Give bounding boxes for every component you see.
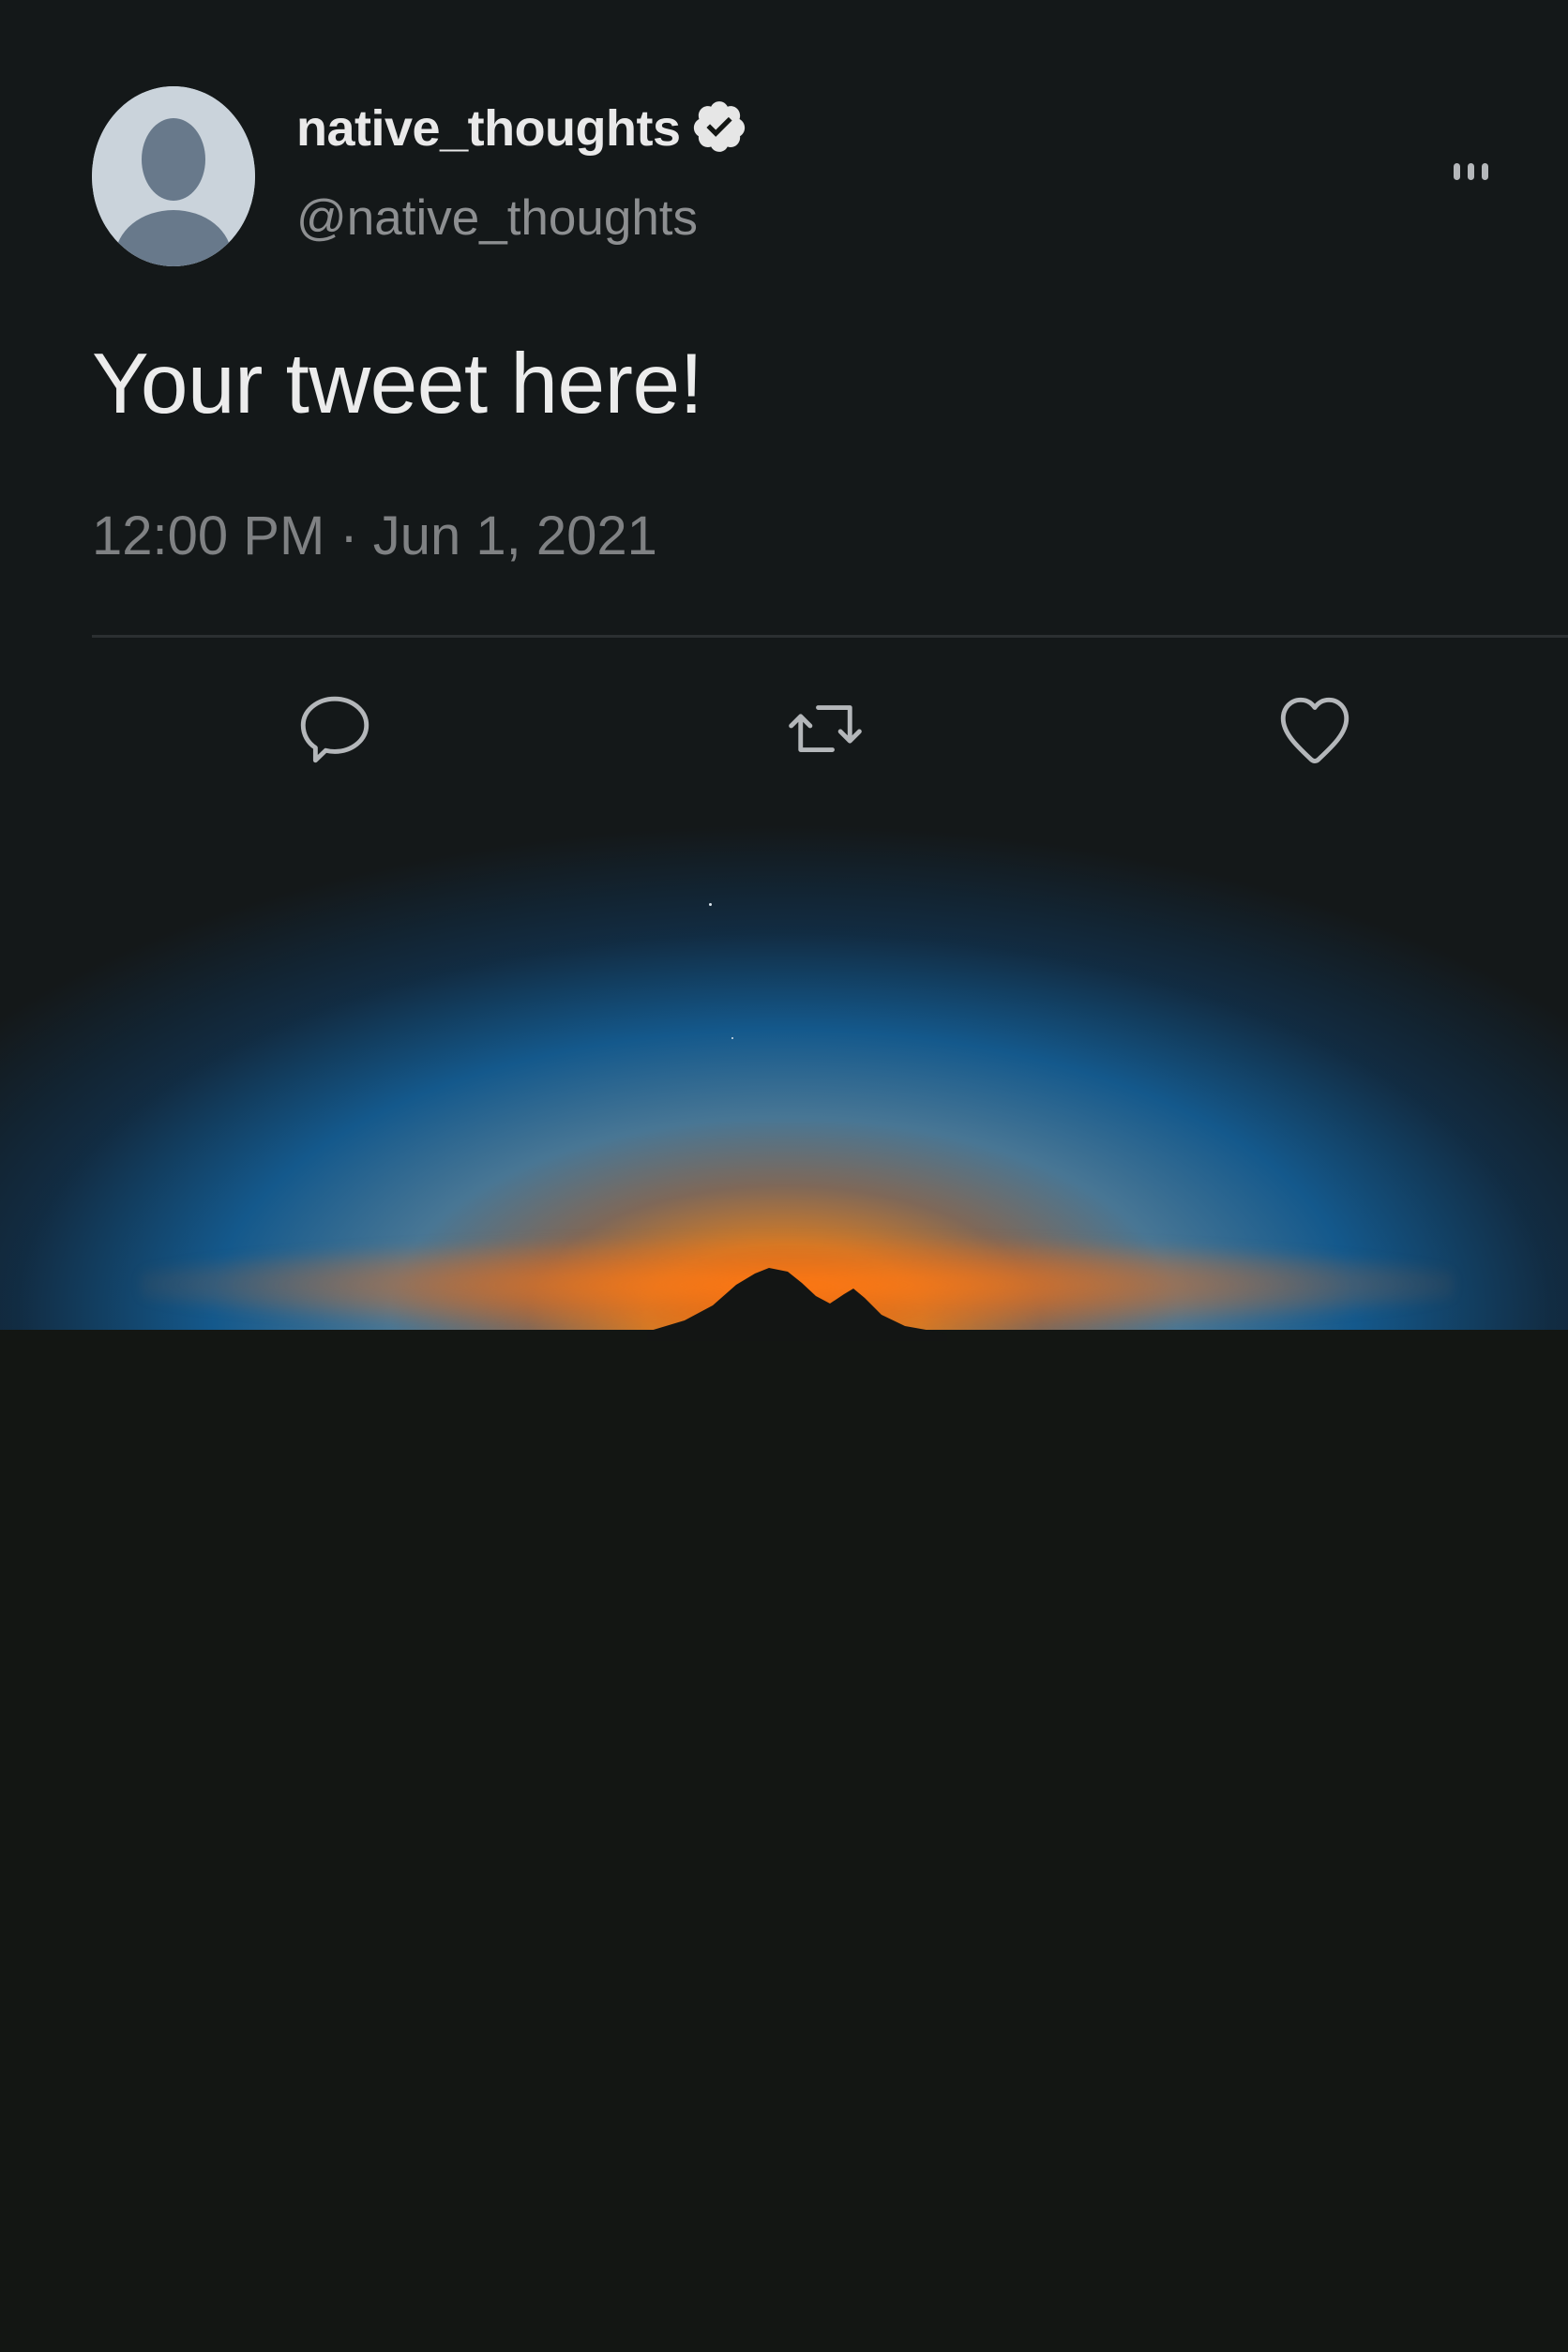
reply-button[interactable] — [293, 686, 377, 771]
user-name-row: native_thoughts — [296, 99, 748, 158]
heart-icon — [1280, 697, 1349, 763]
tweet-timestamp[interactable]: 12:00 PM · Jun 1, 2021 — [92, 505, 657, 567]
retweet-button[interactable] — [783, 686, 867, 771]
more-dot — [1482, 163, 1488, 180]
dark-ground — [0, 1330, 1568, 2352]
avatar[interactable] — [92, 86, 255, 266]
divider — [92, 635, 1568, 638]
default-avatar-icon — [92, 86, 255, 266]
reply-bubble-icon — [300, 696, 369, 763]
user-handle[interactable]: @native_thoughts — [296, 189, 698, 247]
display-name[interactable]: native_thoughts — [296, 99, 681, 158]
more-dot — [1454, 163, 1460, 180]
more-dot — [1468, 163, 1474, 180]
mountain-silhouette — [647, 1268, 947, 1341]
tweet-text: Your tweet here! — [92, 337, 703, 431]
like-button[interactable] — [1273, 686, 1357, 771]
more-options-icon[interactable] — [1454, 158, 1510, 186]
star — [731, 1037, 733, 1039]
retweet-icon — [789, 705, 862, 752]
verified-badge-icon — [693, 101, 745, 152]
star — [709, 903, 712, 906]
tweet-screenshot: native_thoughts @native_thoughts Your tw… — [0, 0, 1568, 2352]
